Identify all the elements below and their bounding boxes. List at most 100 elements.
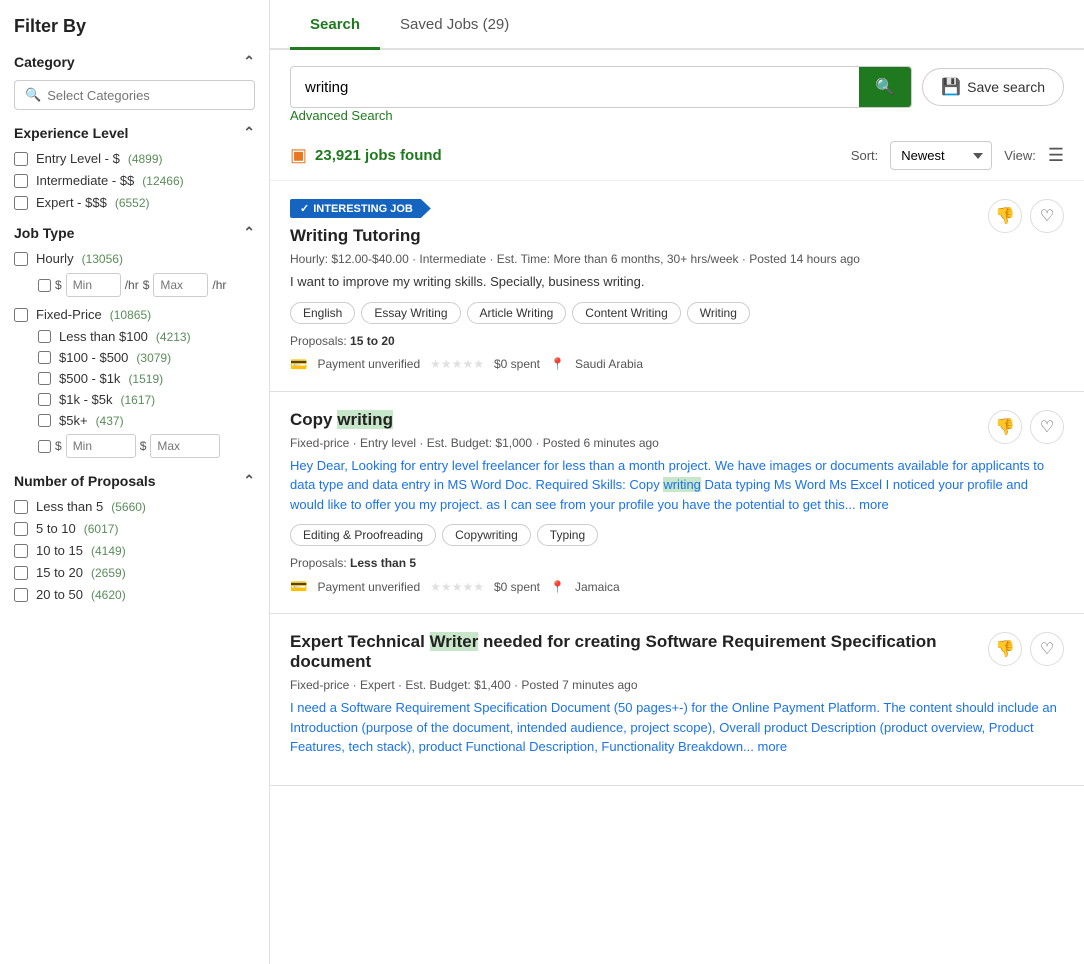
hourly-range-checkbox[interactable] — [38, 279, 51, 292]
main-content: Search Saved Jobs (29) 🔍 💾 Save search A… — [270, 0, 1084, 964]
fixed-1k-5k: $1k - $5k (1617) — [38, 392, 255, 407]
experience-expert-checkbox[interactable] — [14, 196, 28, 210]
filter-title: Filter By — [14, 16, 255, 37]
proposals-5-10-checkbox[interactable] — [14, 522, 28, 536]
fixed-price-option: Fixed-Price (10865) — [14, 307, 255, 322]
dislike-button-3[interactable]: 👎 — [988, 632, 1022, 666]
proposals-10-15: 10 to 15 (4149) — [14, 543, 255, 558]
job-type-section-header: Job Type ⌃ — [14, 224, 255, 241]
fixed-100-500-label: $100 - $500 — [59, 350, 128, 365]
spent-2: $0 spent — [494, 580, 540, 594]
experience-entry-checkbox[interactable] — [14, 152, 28, 166]
proposals-value-2: Less than 5 — [350, 556, 416, 570]
experience-expert-count: (6552) — [115, 196, 150, 210]
advanced-search-link[interactable]: Advanced Search — [290, 108, 393, 123]
show-more-2[interactable]: more — [859, 497, 889, 512]
interesting-badge: ✓ INTERESTING JOB — [290, 199, 431, 218]
fixed-lt100: Less than $100 (4213) — [38, 329, 255, 344]
hourly-min-input[interactable] — [66, 273, 121, 297]
tag-essay-writing[interactable]: Essay Writing — [361, 302, 460, 324]
hourly-max-input[interactable] — [153, 273, 208, 297]
proposals-15-20-count: (2659) — [91, 566, 126, 580]
hourly-count: (13056) — [82, 252, 123, 266]
fixed-range-checkbox[interactable] — [38, 440, 51, 453]
proposals-section-header: Number of Proposals ⌃ — [14, 472, 255, 489]
experience-expert-label: Expert - $$$ — [36, 195, 107, 210]
category-section-header: Category ⌃ — [14, 53, 255, 70]
payment-icon-2: 💳 — [290, 578, 307, 595]
tag-writing[interactable]: Writing — [687, 302, 750, 324]
tab-saved-jobs[interactable]: Saved Jobs (29) — [380, 0, 529, 50]
tag-content-writing[interactable]: Content Writing — [572, 302, 680, 324]
fixed-500-1k-checkbox[interactable] — [38, 372, 51, 385]
sort-select[interactable]: Newest Oldest Relevance — [890, 141, 992, 170]
proposals-20-50-checkbox[interactable] — [14, 588, 28, 602]
fixed-min-input[interactable] — [66, 434, 136, 458]
proposals-10-15-checkbox[interactable] — [14, 544, 28, 558]
proposals-15-20-label: 15 to 20 — [36, 565, 83, 580]
fixed-lt100-checkbox[interactable] — [38, 330, 51, 343]
like-button-2[interactable]: ♡ — [1030, 410, 1064, 444]
save-search-button[interactable]: 💾 Save search — [922, 68, 1064, 106]
list-view-icon[interactable]: ☰ — [1048, 145, 1064, 166]
like-button-3[interactable]: ♡ — [1030, 632, 1064, 666]
fixed-price-checkbox[interactable] — [14, 308, 28, 322]
like-button-1[interactable]: ♡ — [1030, 199, 1064, 233]
category-chevron[interactable]: ⌃ — [243, 53, 255, 70]
job-tags-1: English Essay Writing Article Writing Co… — [290, 302, 1064, 324]
experience-section-header: Experience Level ⌃ — [14, 124, 255, 141]
dollar-icon-min: $ — [55, 278, 62, 292]
fixed-max-input[interactable] — [150, 434, 220, 458]
stars-1: ★★★★★ — [430, 357, 484, 371]
job-meta-2: Fixed-price · Entry level · Est. Budget:… — [290, 436, 1064, 450]
job-title-highlight-2: writing — [337, 410, 393, 429]
tag-typing[interactable]: Typing — [537, 524, 598, 546]
tag-english[interactable]: English — [290, 302, 355, 324]
job-tags-2: Editing & Proofreading Copywriting Typin… — [290, 524, 1064, 546]
proposals-10-15-count: (4149) — [91, 544, 126, 558]
job-card-3: 👎 ♡ Expert Technical Writer needed for c… — [270, 614, 1084, 786]
search-button[interactable]: 🔍 — [859, 67, 911, 107]
proposals-15-20-checkbox[interactable] — [14, 566, 28, 580]
experience-entry-count: (4899) — [128, 152, 163, 166]
proposals-lt5-count: (5660) — [111, 500, 146, 514]
proposals-2: Proposals: Less than 5 — [290, 556, 1064, 570]
fixed-5kplus: $5k+ (437) — [38, 413, 255, 428]
location-1: Saudi Arabia — [575, 357, 643, 371]
fixed-1k-5k-checkbox[interactable] — [38, 393, 51, 406]
payment-status-2: Payment unverified — [317, 580, 420, 594]
proposals-5-10-label: 5 to 10 — [36, 521, 76, 536]
experience-chevron[interactable]: ⌃ — [243, 124, 255, 141]
hourly-checkbox[interactable] — [14, 252, 28, 266]
proposals-5-10-count: (6017) — [84, 522, 119, 536]
proposals-lt5-label: Less than 5 — [36, 499, 103, 514]
dislike-button-1[interactable]: 👎 — [988, 199, 1022, 233]
category-label: Category — [14, 54, 75, 70]
fixed-5kplus-checkbox[interactable] — [38, 414, 51, 427]
tag-copywriting[interactable]: Copywriting — [442, 524, 531, 546]
category-search-box[interactable]: 🔍 — [14, 80, 255, 110]
search-input[interactable] — [291, 69, 859, 106]
save-search-label: Save search — [967, 79, 1045, 95]
job-type-chevron[interactable]: ⌃ — [243, 224, 255, 241]
search-row: 🔍 💾 Save search — [290, 66, 1064, 108]
tab-search[interactable]: Search — [290, 0, 380, 50]
fixed-100-500-count: (3079) — [136, 351, 171, 365]
experience-intermediate-checkbox[interactable] — [14, 174, 28, 188]
job-title-1[interactable]: Writing Tutoring — [290, 226, 1064, 246]
show-more-3[interactable]: more — [758, 739, 788, 754]
tag-editing-proofreading[interactable]: Editing & Proofreading — [290, 524, 436, 546]
proposals-lt5-checkbox[interactable] — [14, 500, 28, 514]
proposals-chevron[interactable]: ⌃ — [243, 472, 255, 489]
fixed-100-500-checkbox[interactable] — [38, 351, 51, 364]
fixed-lt100-count: (4213) — [156, 330, 191, 344]
job-title-2[interactable]: Copy writing — [290, 410, 1064, 430]
proposals-15-20: 15 to 20 (2659) — [14, 565, 255, 580]
dislike-button-2[interactable]: 👎 — [988, 410, 1022, 444]
category-search-input[interactable] — [47, 88, 244, 103]
job-title-3[interactable]: Expert Technical Writer needed for creat… — [290, 632, 1064, 672]
job-card-2: 👎 ♡ Copy writing Fixed-price · Entry lev… — [270, 392, 1084, 615]
experience-intermediate-count: (12466) — [142, 174, 183, 188]
job-title-highlight-3: Writer — [430, 632, 479, 651]
tag-article-writing[interactable]: Article Writing — [467, 302, 567, 324]
